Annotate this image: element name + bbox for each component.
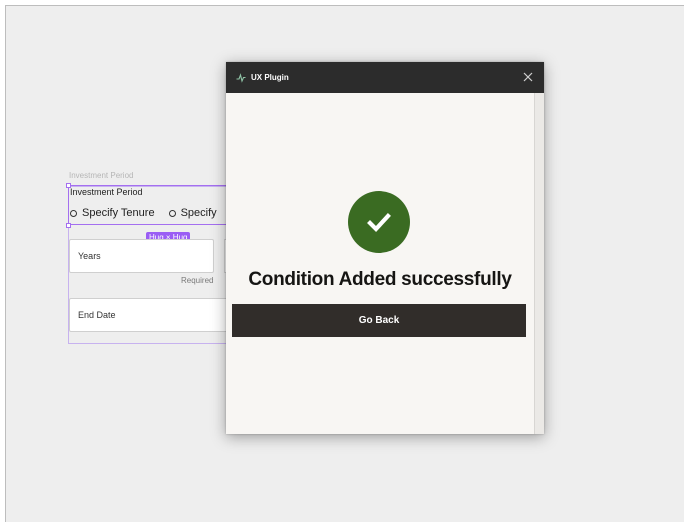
go-back-button[interactable]: Go Back <box>232 304 526 337</box>
years-label: Years <box>78 251 101 261</box>
years-field[interactable]: Years <box>69 239 214 273</box>
plugin-modal: UX Plugin Condition Added successfully G… <box>226 62 544 434</box>
radio-circle-icon <box>70 209 77 217</box>
selection-handle-bottom-left[interactable] <box>66 223 71 228</box>
modal-title: UX Plugin <box>251 73 289 82</box>
close-icon[interactable] <box>521 70 535 84</box>
end-date-label: End Date <box>78 310 116 320</box>
frame-label[interactable]: Investment Period <box>69 171 133 180</box>
radio-specify-tenure[interactable]: Specify Tenure <box>70 207 155 219</box>
plugin-icon <box>236 72 246 83</box>
success-message: Condition Added successfully <box>248 269 512 290</box>
radio-label: Specify Tenure <box>82 207 155 219</box>
radio-specify[interactable]: Specify <box>168 207 217 219</box>
section-title: Investment Period <box>70 187 143 197</box>
check-circle-icon <box>348 191 410 253</box>
radio-group: Specify Tenure Specify <box>70 207 231 219</box>
radio-circle-icon <box>168 209 176 217</box>
required-text: Required <box>181 276 214 285</box>
end-date-field[interactable]: End Date <box>69 298 229 332</box>
radio-label: Specify <box>180 207 217 219</box>
modal-header[interactable]: UX Plugin <box>226 62 544 93</box>
scrollbar[interactable] <box>534 93 544 434</box>
